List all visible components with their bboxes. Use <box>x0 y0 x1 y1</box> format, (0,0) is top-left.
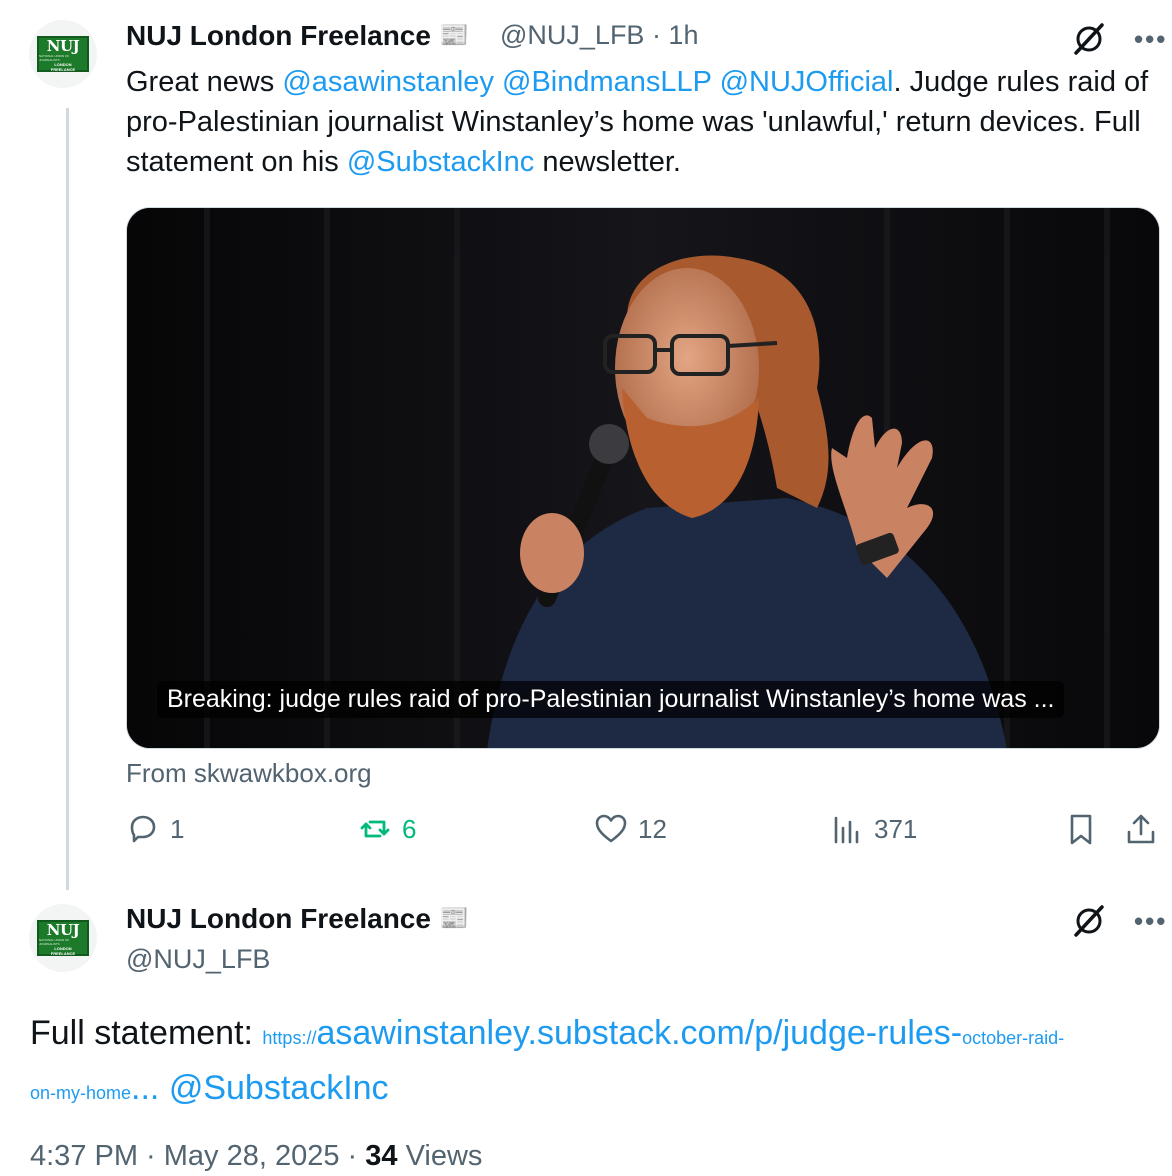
author-handle-time[interactable]: @NUJ_LFB · 1h <box>500 20 698 51</box>
views-chart-icon <box>834 816 859 844</box>
views-count: 371 <box>874 813 918 844</box>
timestamp[interactable]: 4:37 PM · May 28, 2025 · <box>30 1140 365 1172</box>
bookmark-button[interactable] <box>1064 812 1098 846</box>
mention-link[interactable]: @SubstackInc <box>347 146 534 178</box>
tweet-meta: 4:37 PM · May 28, 2025 · 34 Views <box>30 1140 482 1173</box>
more-options-icon[interactable]: ••• <box>1134 908 1167 934</box>
tweet-top-actions: ••• <box>1072 904 1167 938</box>
share-button[interactable] <box>1124 812 1158 846</box>
like-button[interactable]: 12 <box>594 812 667 846</box>
retweet-count: 6 <box>402 813 417 844</box>
newspaper-icon: 📰 <box>438 905 469 932</box>
nuj-logo: NUJ NATIONAL UNION OF JOURNALISTS LONDON… <box>37 36 89 72</box>
nuj-logo: NUJ NATIONAL UNION OF JOURNALISTS LONDON… <box>37 920 89 956</box>
tweet-text: Great news @asawinstanley @BindmansLLP @… <box>126 66 1149 178</box>
mention-link[interactable]: @SubstackInc <box>169 1069 389 1107</box>
reply-icon <box>130 815 156 843</box>
bookmark-icon <box>1070 814 1092 845</box>
retweet-icon <box>360 820 390 838</box>
share-icon <box>1127 814 1155 844</box>
tweet-top-actions: ••• <box>1072 22 1167 56</box>
avatar[interactable]: NUJ NATIONAL UNION OF JOURNALISTS LONDON… <box>29 904 97 972</box>
more-options-icon[interactable]: ••• <box>1134 26 1167 52</box>
like-count: 12 <box>638 813 667 844</box>
tweet-action-bar: 1 6 12 371 <box>126 812 1166 858</box>
author-name[interactable]: NUJ London Freelance 📰 <box>126 20 469 52</box>
grok-icon[interactable] <box>1072 904 1106 938</box>
grok-icon[interactable] <box>1072 22 1106 56</box>
author-name[interactable]: NUJ London Freelance 📰 <box>126 903 469 935</box>
card-source[interactable]: From skwawkbox.org <box>126 758 372 789</box>
newspaper-icon: 📰 <box>438 22 469 49</box>
views-count: 34 <box>365 1140 398 1172</box>
heart-icon <box>595 814 627 843</box>
avatar[interactable]: NUJ NATIONAL UNION OF JOURNALISTS LONDON… <box>29 20 97 88</box>
author-handle[interactable]: @NUJ_LFB <box>126 944 270 975</box>
thread-connector-line <box>66 108 69 890</box>
retweet-button[interactable]: 6 <box>358 812 416 846</box>
mention-link[interactable]: @asawinstanley <box>282 66 494 98</box>
mention-link[interactable]: @NUJOfficial <box>720 66 894 98</box>
speaker-photo <box>127 208 1159 748</box>
card-caption: Breaking: judge rules raid of pro-Palest… <box>157 681 1065 718</box>
views-button[interactable]: 371 <box>830 812 917 846</box>
reply-button[interactable]: 1 <box>126 812 184 846</box>
views-label: Views <box>397 1140 483 1172</box>
main-tweet-text: Full statement: https://asawinstanley.su… <box>30 1014 1065 1107</box>
mention-link[interactable]: @BindmansLLP <box>502 66 711 98</box>
link-preview-card[interactable]: Breaking: judge rules raid of pro-Palest… <box>126 207 1160 749</box>
reply-count: 1 <box>170 813 185 844</box>
